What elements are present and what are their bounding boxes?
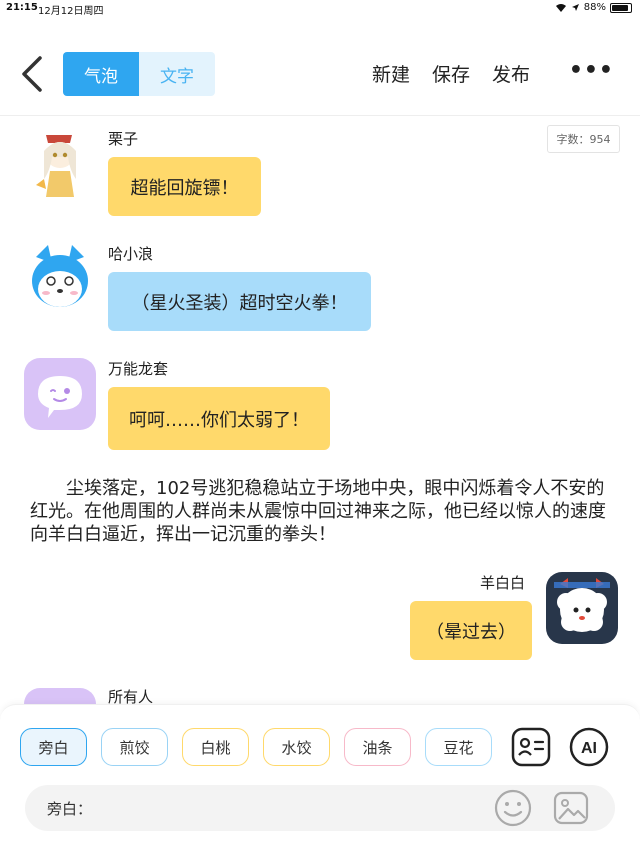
input-speaker-label: 旁白： [47, 800, 93, 818]
husky-avatar-icon [24, 243, 96, 315]
ai-icon[interactable]: AI [568, 726, 610, 768]
avatar-wannenglongtao[interactable] [24, 358, 96, 430]
word-count-badge: 字数：954 [547, 125, 620, 153]
message-input[interactable] [100, 793, 490, 823]
new-button[interactable]: 新建 [372, 60, 410, 87]
bottom-input-panel: 旁白 煎饺 白桃 水饺 油条 豆花 AI 旁白： [0, 704, 640, 853]
speaker-name: 哈小浪 [108, 245, 154, 263]
tab-bubble[interactable]: 气泡 [63, 52, 139, 96]
status-bar: 21:15 12月12日周四 88% [0, 0, 640, 18]
message-bubble[interactable]: （晕过去） [410, 601, 532, 660]
role-chip[interactable]: 旁白 [20, 728, 87, 766]
status-time: 21:15 [6, 2, 38, 13]
character-avatar-icon [24, 127, 96, 199]
sheep-avatar-icon [546, 572, 618, 644]
speaker-name: 栗子 [108, 130, 139, 148]
back-arrow-icon[interactable] [16, 54, 50, 94]
role-chip[interactable]: 水饺 [263, 728, 330, 766]
avatar-haxiaolang[interactable] [24, 243, 96, 315]
speaker-name: 羊白白 [480, 574, 526, 592]
save-button[interactable]: 保存 [432, 60, 470, 87]
mode-switch: 气泡 文字 [63, 52, 215, 96]
role-chip[interactable]: 白桃 [182, 728, 249, 766]
top-toolbar: 气泡 文字 新建 保存 发布 ••• [0, 40, 640, 112]
tab-text[interactable]: 文字 [139, 52, 215, 96]
publish-button[interactable]: 发布 [492, 60, 530, 87]
role-chip[interactable]: 油条 [344, 728, 411, 766]
message-bubble[interactable]: 超能回旋镖！ [108, 157, 261, 216]
input-row: 旁白： [25, 785, 615, 831]
location-icon [571, 4, 579, 11]
emoji-icon[interactable] [493, 788, 533, 828]
role-chip-list: 旁白 煎饺 白桃 水饺 油条 豆花 [20, 728, 492, 766]
avatar-lizi[interactable] [24, 127, 96, 199]
message-bubble[interactable]: （星火圣装）超时空火拳！ [108, 272, 371, 331]
role-chip[interactable]: 豆花 [425, 728, 492, 766]
toolbar-divider [0, 115, 640, 116]
narration-text[interactable]: 尘埃落定，102号逃犯稳稳站立于场地中央，眼中闪烁着令人不安的红光。在他周围的人… [30, 477, 620, 546]
message-bubble[interactable]: 呵呵……你们太弱了！ [108, 387, 330, 450]
status-date: 12月12日周四 [38, 6, 104, 17]
role-chip[interactable]: 煎饺 [101, 728, 168, 766]
image-icon[interactable] [551, 788, 591, 828]
more-options-button[interactable]: ••• [569, 60, 614, 82]
avatar-yangbaibai[interactable] [546, 572, 618, 644]
svg-text:AI: AI [581, 740, 597, 757]
role-card-icon[interactable] [510, 726, 552, 768]
wifi-icon [555, 3, 566, 12]
speaker-name: 万能龙套 [108, 360, 169, 378]
chat-bubble-icon [38, 376, 82, 418]
battery-icon [610, 2, 632, 13]
battery-percent: 88% [583, 2, 606, 13]
